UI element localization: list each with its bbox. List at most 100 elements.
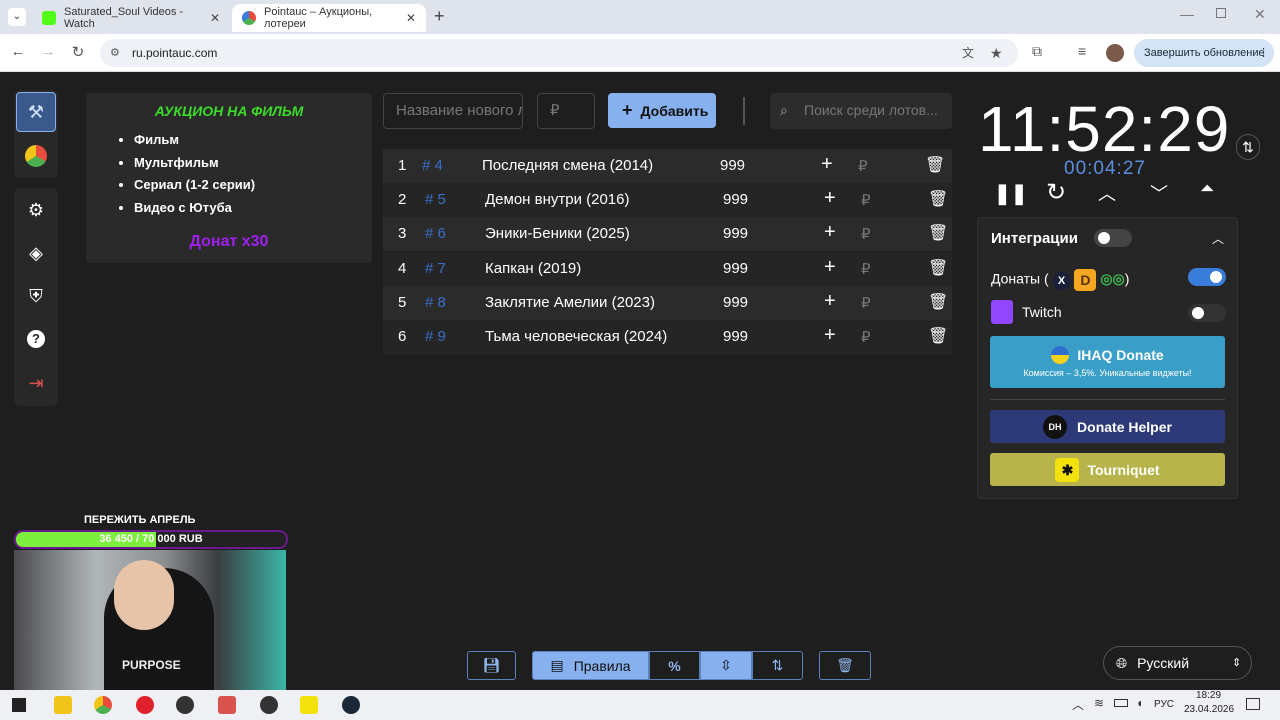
add-amount-icon[interactable]: + [824, 290, 836, 313]
media-control-icon[interactable]: ≡ [1078, 43, 1086, 59]
delete-lot-icon[interactable]: 🗑︎ [928, 223, 948, 243]
lot-amount[interactable]: 999 [723, 191, 748, 208]
close-window-icon[interactable]: ✕ [1254, 6, 1266, 23]
reload-icon[interactable]: ↻ [68, 43, 88, 61]
donations-toggle[interactable] [1188, 268, 1226, 286]
swap-timer-icon[interactable]: ⇅ [1236, 134, 1260, 160]
auction-hammer-icon[interactable]: ⚒ [16, 92, 56, 132]
tab-list-button[interactable]: ⌄ [8, 8, 26, 26]
percent-button[interactable]: % [649, 651, 700, 680]
lot-amount-input[interactable]: ₽ [537, 93, 595, 129]
twitch-icon [991, 300, 1013, 324]
rules-button[interactable]: ▤ Правила [532, 651, 649, 680]
finish-update-button[interactable]: Завершить обновление ⋮ [1134, 39, 1274, 67]
wheel-chart-icon[interactable] [16, 136, 56, 176]
compact-view-button[interactable]: ⇳ [700, 651, 752, 680]
translate-icon[interactable]: 文 [962, 39, 974, 67]
collapse-chevron-icon[interactable]: ︿ [1212, 230, 1224, 247]
add-amount-icon[interactable]: + [824, 187, 836, 210]
lot-amount[interactable]: 999 [723, 225, 748, 242]
layers-icon[interactable]: ◈ [16, 233, 56, 273]
lot-amount[interactable]: 999 [723, 260, 748, 277]
start-menu-icon[interactable] [12, 698, 26, 712]
add-amount-icon[interactable]: + [824, 221, 836, 244]
app-icon[interactable] [218, 696, 236, 714]
auction-clock: 11:52:29 [978, 93, 1231, 165]
increase-time-icon[interactable]: ︿ [1098, 180, 1116, 206]
steam-icon[interactable] [342, 696, 360, 714]
delete-lot-icon[interactable]: 🗑︎ [928, 258, 948, 278]
opera-icon[interactable] [136, 696, 154, 714]
add-amount-icon[interactable]: + [824, 256, 836, 279]
lot-amount[interactable]: 999 [723, 294, 748, 311]
donations-label-text: Донаты ( [991, 270, 1049, 287]
currency-icon: ₽ [861, 192, 871, 210]
lot-name[interactable]: Капкан (2019) [485, 260, 581, 277]
explorer-icon[interactable] [54, 696, 72, 714]
list-item: Мультфильм [134, 152, 255, 175]
tab-pointauc[interactable]: Pointauc – Аукционы, лотереи ✕ [232, 4, 426, 32]
finish-update-label: Завершить обновление [1144, 47, 1265, 59]
chrome-icon[interactable] [94, 696, 112, 714]
sort-button[interactable]: ⇅ [752, 651, 803, 680]
tray-chevron-icon[interactable]: ︿ [1072, 696, 1084, 713]
settings-gear-icon[interactable]: ⚙ [16, 190, 56, 230]
logout-icon[interactable]: ⇥ [16, 363, 56, 403]
lot-amount[interactable]: 999 [723, 328, 748, 345]
delete-lot-icon[interactable]: 🗑︎ [928, 326, 948, 346]
delete-lot-icon[interactable]: 🗑︎ [928, 292, 948, 312]
lot-name[interactable]: Демон внутри (2016) [485, 191, 629, 208]
ihaq-donate-button[interactable]: IHAQ Donate Комиссия – 3,5%. Уникальные … [990, 336, 1225, 388]
shield-icon[interactable]: ⛨ [16, 276, 56, 316]
site-info-icon[interactable]: ⚙ [110, 39, 120, 67]
save-button[interactable]: 💾︎ [467, 651, 516, 680]
tab-saturated-soul[interactable]: Saturated_Soul Videos - Watch ✕ [32, 4, 230, 32]
delete-lot-icon[interactable]: 🗑︎ [928, 189, 948, 209]
lot-name[interactable]: Эники-Беники (2025) [485, 225, 630, 242]
lot-amount[interactable]: 999 [720, 157, 745, 174]
profile-avatar[interactable] [1106, 44, 1124, 62]
add-lot-button[interactable]: + Добавить [608, 93, 716, 128]
extensions-icon[interactable]: ⧉ [1032, 43, 1042, 60]
search-placeholder: Поиск среди лотов... [804, 102, 938, 118]
back-icon[interactable]: ← [8, 43, 28, 60]
url-bar[interactable]: ⚙ ru.pointauc.com 文 ★ [100, 39, 1018, 67]
clear-lots-button[interactable]: 🗑︎ [819, 651, 871, 680]
twitch-toggle[interactable] [1188, 304, 1226, 322]
delete-lot-icon[interactable]: 🗑︎ [925, 155, 945, 175]
app-icon[interactable] [300, 696, 318, 714]
restart-icon[interactable]: ↻ [1046, 178, 1066, 207]
lot-name[interactable]: Тьма человеческая (2024) [485, 328, 667, 345]
donate-helper-button[interactable]: DH Donate Helper [990, 410, 1225, 443]
currency-icon: ₽ [861, 260, 871, 278]
webcam-shirt-text: PURPOSE [122, 658, 181, 672]
currency-icon: ₽ [861, 226, 871, 244]
language-select[interactable]: 🌐︎ Русский ⇕ [1103, 646, 1252, 680]
globe-icon: 🌐︎ [1116, 655, 1128, 671]
compress-icon: ⇳ [720, 657, 732, 673]
pause-icon[interactable]: ❚❚ [994, 181, 1028, 206]
keyboard-lang[interactable]: РУС [1154, 699, 1174, 710]
app-icon[interactable] [260, 696, 278, 714]
add-amount-icon[interactable]: + [824, 324, 836, 347]
tourniquet-button[interactable]: ✱ Tourniquet [990, 453, 1225, 486]
search-lots-input[interactable]: ⌕ Поиск среди лотов... [770, 93, 952, 129]
bookmark-star-icon[interactable]: ★ [990, 39, 1003, 67]
close-tab-icon[interactable]: ✕ [210, 11, 220, 25]
lot-name[interactable]: Заклятие Амелии (2023) [485, 294, 655, 311]
lot-name-input[interactable]: Название нового лота [383, 93, 523, 129]
decrease-time-icon[interactable]: ﹀ [1150, 180, 1168, 206]
help-icon[interactable]: ? [16, 319, 56, 359]
pointauc-favicon-icon [242, 11, 256, 25]
close-tab-icon[interactable]: ✕ [406, 11, 416, 25]
add-amount-icon[interactable]: + [821, 153, 833, 176]
double-increase-icon[interactable]: ⏶ [1200, 178, 1214, 199]
notifications-icon[interactable] [1246, 698, 1260, 710]
lot-name[interactable]: Последняя смена (2014) [482, 157, 653, 174]
forward-icon[interactable]: → [38, 43, 58, 60]
new-tab-button[interactable]: + [434, 6, 445, 27]
app-icon[interactable] [176, 696, 194, 714]
restore-window-icon[interactable] [1216, 8, 1226, 18]
minimize-window-icon[interactable]: — [1180, 6, 1194, 22]
integrations-toggle[interactable] [1094, 229, 1132, 247]
